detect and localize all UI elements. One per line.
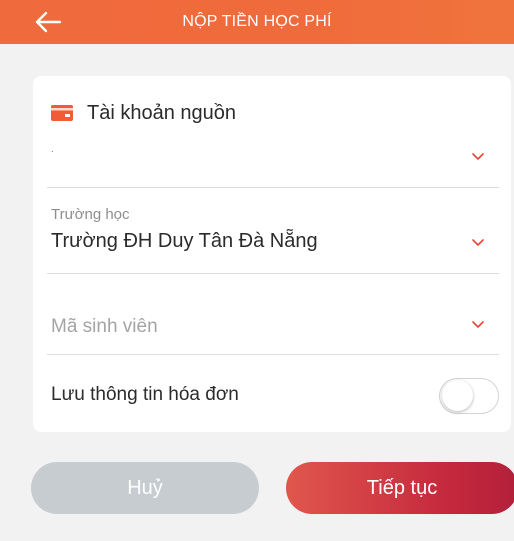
source-account-title: Tài khoản nguồn — [87, 101, 237, 124]
cancel-button[interactable]: Huỷ — [31, 462, 259, 514]
source-account-header: Tài khoản nguồn — [51, 98, 499, 128]
page-title: NỘP TIỀN HỌC PHÍ — [182, 13, 332, 30]
school-select[interactable]: Trường học Trường ĐH Duy Tân Đà Nẵng — [51, 202, 499, 260]
back-button[interactable] — [30, 7, 66, 37]
save-invoice-toggle[interactable] — [439, 378, 499, 414]
chevron-down-icon — [472, 321, 484, 328]
continue-button[interactable]: Tiếp tục — [286, 462, 514, 514]
toggle-knob — [442, 380, 473, 411]
card-icon — [51, 105, 73, 121]
arrow-left-icon — [35, 11, 62, 33]
divider — [47, 354, 499, 355]
chevron-down-icon — [472, 153, 484, 160]
chevron-down-icon — [472, 239, 484, 246]
payment-form-card: Tài khoản nguồn . Trường học Trường ĐH D… — [33, 76, 511, 432]
save-invoice-row: Lưu thông tin hóa đơn — [51, 378, 499, 414]
school-label: Trường học — [51, 206, 130, 223]
school-value: Trường ĐH Duy Tân Đà Nẵng — [51, 230, 318, 252]
source-account-value: . — [51, 144, 54, 155]
student-id-field[interactable]: Mã sinh viên — [51, 308, 499, 342]
save-invoice-label: Lưu thông tin hóa đơn — [51, 384, 239, 405]
divider — [47, 273, 499, 274]
app-header: NỘP TIỀN HỌC PHÍ — [0, 0, 514, 44]
student-id-placeholder: Mã sinh viên — [51, 316, 158, 337]
divider — [47, 187, 499, 188]
source-account-select[interactable]: . — [51, 136, 499, 176]
